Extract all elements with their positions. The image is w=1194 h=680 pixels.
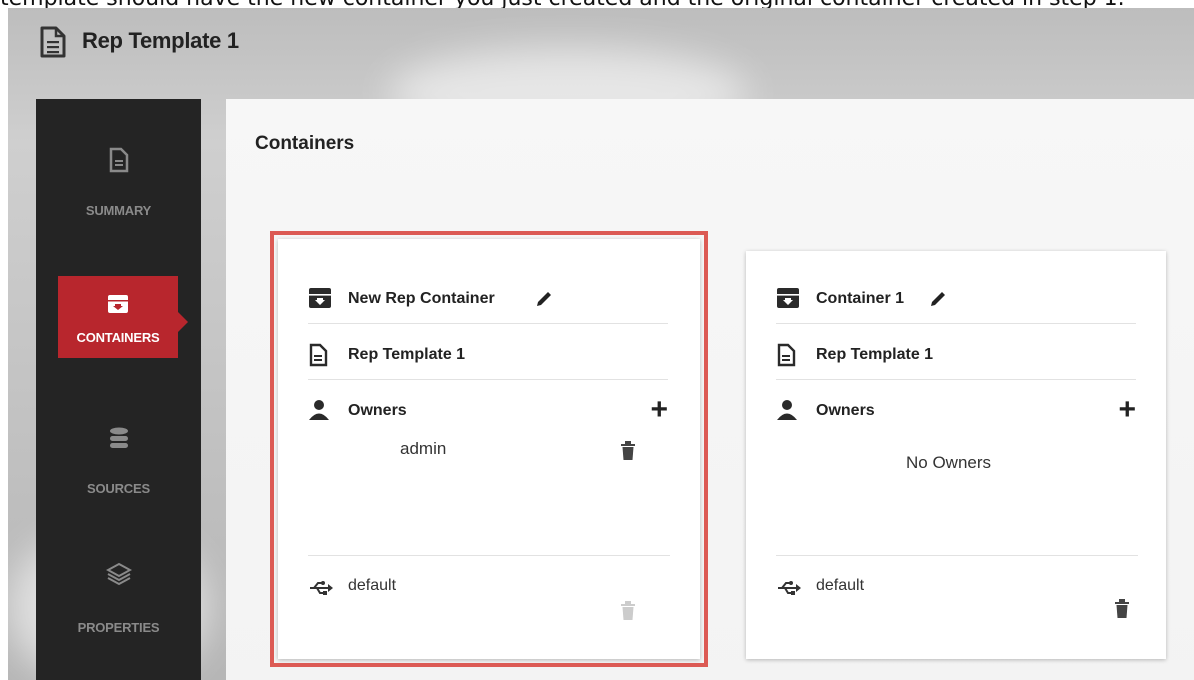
top-bar: Rep Template 1	[8, 8, 1194, 68]
divider	[308, 555, 670, 556]
owners-label: Owners	[816, 402, 875, 419]
sidebar-item-properties[interactable]: PROPERTIES	[36, 554, 201, 649]
owners-row: Owners +	[308, 391, 668, 435]
trash-icon[interactable]	[620, 441, 636, 461]
owners-row: Owners +	[776, 391, 1136, 435]
container-icon	[309, 288, 331, 308]
database-icon	[109, 427, 128, 448]
sidebar-item-label: PROPERTIES	[77, 620, 160, 635]
trash-icon[interactable]	[1114, 599, 1130, 619]
usb-icon	[778, 581, 801, 595]
template-row: Rep Template 1	[308, 335, 668, 380]
source-row: default	[308, 569, 668, 613]
sidebar-item-label: SUMMARY	[85, 203, 152, 218]
sidebar-item-sources[interactable]: SOURCES	[36, 419, 201, 509]
source-name: default	[816, 577, 865, 594]
container-name: New Rep Container	[348, 290, 495, 307]
container-name-row: Container 1	[776, 279, 1136, 324]
sidebar-item-summary[interactable]: SUMMARY	[36, 139, 201, 229]
document-icon	[109, 147, 128, 173]
source-name: default	[348, 577, 397, 594]
add-owner-button[interactable]: +	[1118, 393, 1136, 427]
template-name: Rep Template 1	[816, 346, 934, 363]
sidebar-item-label: CONTAINERS	[76, 330, 160, 345]
no-owners-text: No Owners	[906, 453, 992, 472]
document-icon	[40, 26, 66, 58]
document-icon	[309, 343, 328, 367]
sidebar: SUMMARY CONTAINERS SOURCES PROPERTIES	[36, 99, 201, 680]
sidebar-item-containers[interactable]: CONTAINERS	[58, 276, 188, 358]
usb-icon	[310, 581, 333, 595]
app-window: Rep Template 1 SUMMARY CONTAINERS SOURCE…	[8, 8, 1194, 680]
app-title: Rep Template 1	[82, 28, 239, 53]
pencil-icon[interactable]	[534, 289, 554, 309]
user-icon	[309, 400, 329, 420]
page-title: Containers	[255, 133, 355, 154]
pencil-icon[interactable]	[928, 289, 948, 309]
sidebar-item-label: SOURCES	[87, 481, 150, 496]
container-name-row: New Rep Container	[308, 279, 668, 324]
layers-icon	[105, 562, 132, 586]
user-icon	[777, 400, 797, 420]
owners-label: Owners	[348, 402, 407, 419]
add-owner-button[interactable]: +	[650, 393, 668, 427]
trash-icon	[621, 601, 635, 620]
container-card-new-rep: New Rep Container Rep Template 1 Owners …	[270, 231, 708, 667]
container-card-container-1: Container 1 Rep Template 1 Owners + No O…	[746, 251, 1166, 659]
container-icon	[108, 295, 128, 313]
main-panel: Containers New Rep Container Rep Templat…	[226, 99, 1194, 680]
container-icon	[777, 288, 799, 308]
template-name: Rep Template 1	[348, 346, 466, 363]
owner-name: admin	[400, 439, 447, 458]
template-row: Rep Template 1	[776, 335, 1136, 380]
divider	[776, 555, 1138, 556]
container-name: Container 1	[816, 290, 905, 307]
source-row: default	[776, 569, 1136, 613]
document-icon	[777, 343, 796, 367]
